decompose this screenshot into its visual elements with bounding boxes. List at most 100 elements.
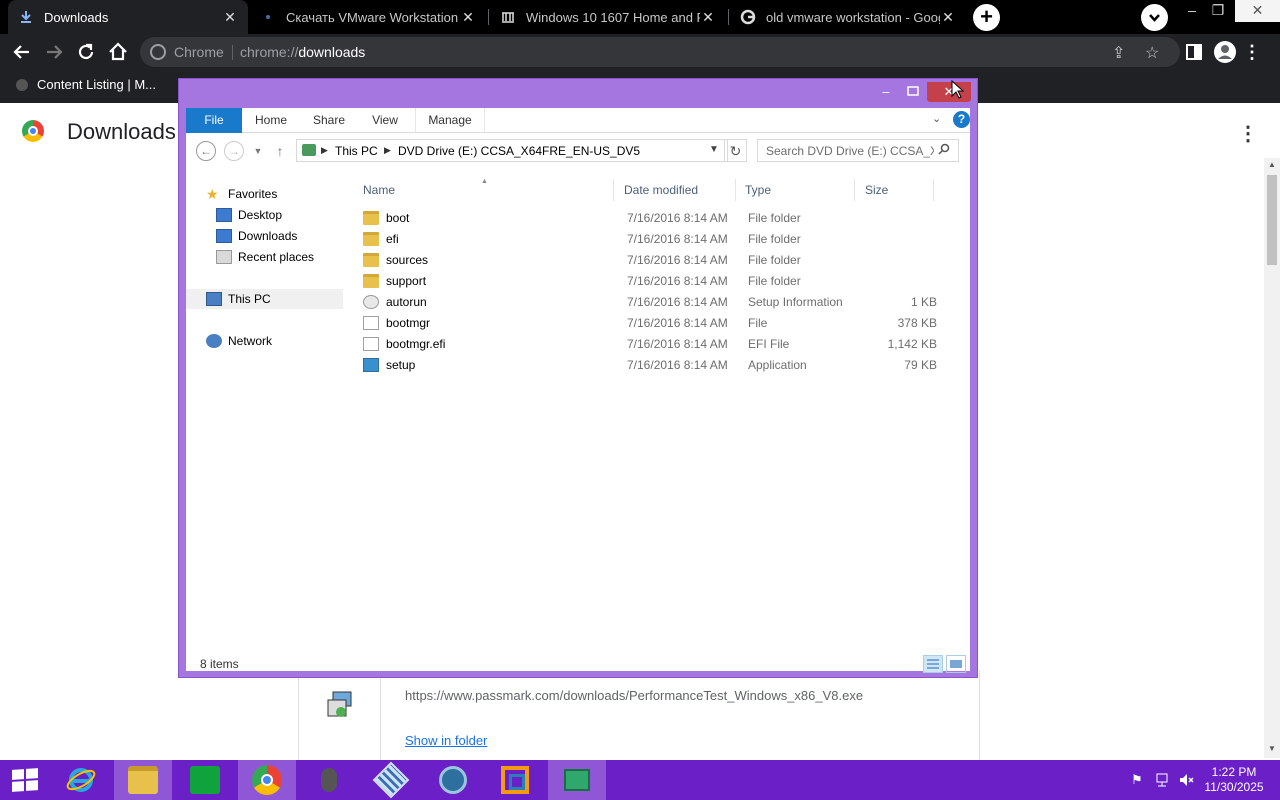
nav-favorites[interactable]: ★ Favorites	[206, 184, 277, 204]
network-tray-icon[interactable]	[1155, 772, 1171, 788]
chrome-menu-icon[interactable]: ⋮	[1240, 40, 1264, 64]
tab-windows10[interactable]: Windows 10 1607 Home and Pro ✕	[490, 0, 726, 34]
tab-google-search[interactable]: old vmware workstation - Google ✕	[730, 0, 966, 34]
nav-downloads[interactable]: Downloads	[216, 226, 297, 246]
taskbar-chrome[interactable]	[238, 760, 296, 800]
taskbar-internet-explorer[interactable]	[52, 760, 110, 800]
desktop-icon	[216, 208, 232, 222]
file-row[interactable]: efi 7/16/2016 8:14 AM File folder	[357, 229, 937, 250]
explorer-minimize-button[interactable]: –	[875, 82, 897, 102]
taskbar-vmware[interactable]	[486, 760, 544, 800]
recent-locations-chevron-icon[interactable]: ▼	[248, 141, 268, 161]
up-one-level-button[interactable]: ↑	[270, 141, 290, 161]
action-center-flag-icon[interactable]: ⚑	[1131, 772, 1147, 788]
taskbar-app-grid[interactable]	[362, 760, 420, 800]
new-tab-button[interactable]: +	[973, 4, 1000, 31]
explorer-address-bar[interactable]: ▶ This PC ▶ DVD Drive (E:) CCSA_X64FRE_E…	[296, 139, 728, 162]
file-row[interactable]: autorun 7/16/2016 8:14 AM Setup Informat…	[357, 292, 937, 313]
ribbon-tab-file[interactable]: File	[186, 108, 242, 133]
reload-button[interactable]	[74, 40, 98, 64]
tab-close-icon[interactable]: ✕	[460, 9, 476, 25]
tab-close-icon[interactable]: ✕	[700, 9, 716, 25]
omnibox-url[interactable]: chrome://downloads	[240, 44, 365, 60]
tab-search-button[interactable]	[1141, 4, 1168, 31]
home-icon	[109, 42, 127, 61]
file-explorer-icon	[128, 766, 158, 794]
column-separator[interactable]	[735, 179, 736, 201]
taskbar-installer[interactable]	[548, 760, 606, 800]
address-bar[interactable]: Chrome chrome://downloads ⇪ ☆	[140, 37, 1180, 67]
scroll-up-icon[interactable]: ▲	[1268, 160, 1276, 169]
ribbon-expand-chevron-icon[interactable]: ⌄	[932, 112, 941, 125]
explorer-forward-button[interactable]: →	[224, 141, 244, 161]
show-in-folder-link[interactable]: Show in folder	[405, 733, 487, 748]
scroll-down-icon[interactable]: ▼	[1268, 744, 1276, 753]
ribbon-tab-view[interactable]: View	[360, 108, 410, 133]
ribbon-tab-share[interactable]: Share	[300, 108, 358, 133]
explorer-back-button[interactable]: ←	[196, 141, 216, 161]
file-row[interactable]: boot 7/16/2016 8:14 AM File folder	[357, 208, 937, 229]
tab-downloads[interactable]: Downloads ✕	[8, 0, 248, 34]
ribbon-tab-home[interactable]: Home	[244, 108, 298, 133]
column-separator[interactable]	[854, 179, 855, 201]
nav-this-pc[interactable]: This PC	[186, 289, 343, 309]
tab-vmware-download[interactable]: Скачать VMware Workstation Pro ✕	[250, 0, 486, 34]
profile-button[interactable]	[1213, 40, 1237, 64]
file-row[interactable]: sources 7/16/2016 8:14 AM File folder	[357, 250, 937, 271]
taskbar-store[interactable]	[176, 760, 234, 800]
restore-button[interactable]: ❐	[1198, 0, 1238, 22]
browser-toolbar: Chrome chrome://downloads ⇪ ☆ ⋮	[0, 34, 1280, 70]
explorer-maximize-button[interactable]	[901, 82, 925, 102]
column-header-name[interactable]: Name	[363, 183, 395, 199]
bookmark-content-listing[interactable]: Content Listing | M...	[16, 77, 156, 92]
address-dropdown-icon[interactable]: ▼	[709, 144, 719, 155]
file-row[interactable]: bootmgr 7/16/2016 8:14 AM File 378 KB	[357, 313, 937, 334]
explorer-title-bar[interactable]: – ✕	[179, 79, 977, 108]
breadcrumb-this-pc[interactable]: This PC	[335, 144, 378, 158]
column-header-date-modified[interactable]: Date modified	[624, 183, 698, 199]
forward-button[interactable]	[42, 40, 66, 64]
nav-recent-places[interactable]: Recent places	[216, 247, 314, 267]
refresh-button[interactable]: ↻	[724, 139, 747, 162]
nav-network[interactable]: Network	[206, 331, 272, 351]
file-name: bootmgr	[386, 316, 431, 330]
details-view-button[interactable]	[923, 655, 943, 673]
page-scrollbar[interactable]: ▲ ▼	[1264, 158, 1280, 758]
large-icons-view-button[interactable]	[946, 655, 966, 673]
search-icon[interactable]	[938, 143, 950, 158]
system-clock[interactable]: 1:22 PM 11/30/2025	[1204, 765, 1264, 795]
help-icon[interactable]: ?	[953, 111, 970, 128]
column-header-type[interactable]: Type	[745, 183, 771, 199]
bookmark-star-icon[interactable]: ☆	[1145, 43, 1159, 63]
back-button[interactable]	[10, 40, 34, 64]
close-button[interactable]: ✕	[1235, 0, 1280, 22]
breadcrumb-arrow-icon[interactable]: ▶	[384, 145, 391, 156]
file-row[interactable]: bootmgr.efi 7/16/2016 8:14 AM EFI File 1…	[357, 334, 937, 355]
scrollbar-thumb[interactable]	[1267, 175, 1277, 265]
explorer-search-box[interactable]: Search DVD Drive (E:) CCSA_X...	[757, 139, 959, 162]
side-panel-button[interactable]	[1182, 40, 1206, 64]
share-icon[interactable]: ⇪	[1112, 43, 1125, 63]
home-button[interactable]	[106, 40, 130, 64]
column-separator[interactable]	[613, 179, 614, 201]
download-url[interactable]: https://www.passmark.com/downloads/Perfo…	[405, 688, 863, 703]
downloads-menu-icon[interactable]: ⋮	[1238, 121, 1258, 146]
tab-close-icon[interactable]: ✕	[940, 9, 956, 25]
nav-desktop[interactable]: Desktop	[216, 205, 282, 225]
volume-muted-icon[interactable]	[1178, 772, 1194, 788]
file-row[interactable]: support 7/16/2016 8:14 AM File folder	[357, 271, 937, 292]
file-row[interactable]: setup 7/16/2016 8:14 AM Application 79 K…	[357, 355, 937, 376]
breadcrumb-arrow-icon[interactable]: ▶	[321, 145, 328, 156]
taskbar-mouse-app[interactable]	[300, 760, 358, 800]
taskbar-network-app[interactable]	[424, 760, 482, 800]
taskbar-file-explorer[interactable]	[114, 760, 172, 800]
start-button[interactable]	[12, 768, 38, 792]
column-header-size[interactable]: Size	[865, 183, 888, 199]
breadcrumb-dvd-drive[interactable]: DVD Drive (E:) CCSA_X64FRE_EN-US_DV5	[398, 144, 640, 158]
column-separator[interactable]	[933, 179, 934, 201]
ribbon-tab-manage[interactable]: Manage	[418, 108, 482, 133]
tab-close-icon[interactable]: ✕	[222, 9, 238, 25]
folder-icon	[363, 232, 379, 246]
dvd-drive-icon	[302, 144, 316, 156]
details-view-icon	[927, 659, 939, 669]
